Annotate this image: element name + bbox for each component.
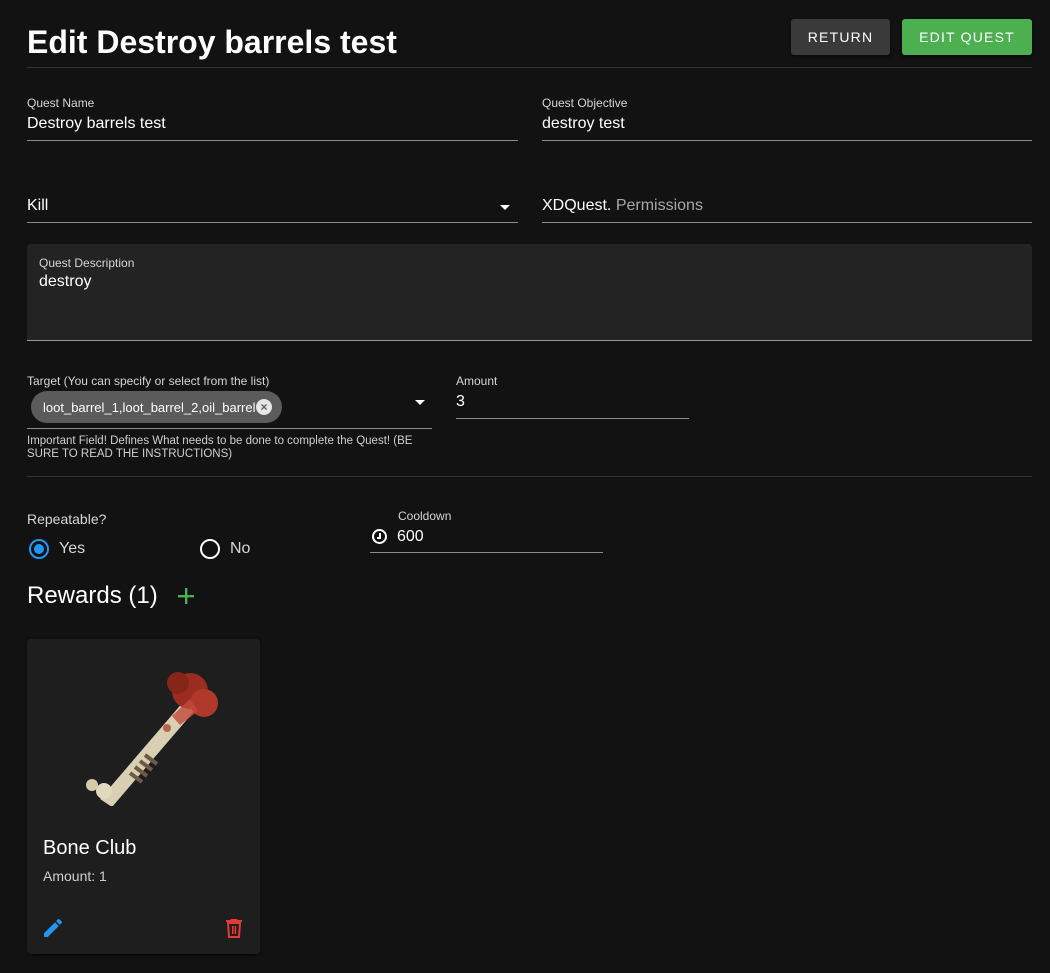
permissions-prefix: XDQuest. (542, 197, 612, 214)
plus-icon[interactable] (176, 586, 196, 606)
reward-name: Bone Club (43, 837, 137, 859)
cooldown-input[interactable]: 600 (397, 528, 424, 546)
target-helper-text: Important Field! Defines What needs to b… (27, 435, 413, 460)
repeatable-yes-label[interactable]: Yes (59, 540, 85, 558)
bone-club-image (72, 661, 222, 807)
header-divider (27, 67, 1032, 68)
target-chip[interactable]: loot_barrel_1,loot_barrel_2,oil_barrel × (31, 391, 282, 423)
caret-down-icon[interactable] (415, 400, 425, 405)
section-divider (27, 476, 1032, 477)
return-button[interactable]: RETURN (791, 19, 890, 55)
target-chip-label: loot_barrel_1,loot_barrel_2,oil_barrel (43, 399, 256, 415)
target-label: Target (You can specify or select from t… (27, 374, 270, 388)
amount-label: Amount (456, 374, 498, 388)
quest-objective-label: Quest Objective (542, 96, 628, 110)
repeatable-yes-radio[interactable] (29, 539, 49, 559)
radio-dot (34, 544, 44, 554)
quest-description-input[interactable]: destroy (39, 273, 91, 291)
cooldown-underline (370, 552, 603, 553)
pencil-icon[interactable] (41, 916, 65, 940)
quest-description-label: Quest Description (39, 256, 135, 270)
amount-underline (456, 418, 689, 419)
reward-card: Bone Club Amount: 1 (27, 639, 260, 954)
quest-name-label: Quest Name (27, 96, 95, 110)
page-title: Edit Destroy barrels test (27, 24, 397, 60)
rewards-title: Rewards (1) (27, 582, 158, 609)
quest-description-underline (27, 340, 1032, 341)
quest-description-field[interactable] (27, 244, 1032, 340)
amount-input[interactable]: 3 (456, 393, 465, 411)
repeatable-label: Repeatable? (27, 511, 107, 527)
trash-icon[interactable] (222, 916, 246, 940)
reward-amount: Amount: 1 (43, 868, 107, 884)
quest-objective-underline (542, 140, 1032, 141)
repeatable-no-radio[interactable] (200, 539, 220, 559)
quest-name-input[interactable]: Destroy barrels test (27, 115, 166, 133)
quest-type-select[interactable]: Kill (27, 197, 48, 215)
clock-icon (372, 529, 387, 544)
cooldown-label: Cooldown (398, 509, 452, 523)
caret-down-icon[interactable] (500, 205, 510, 210)
permissions-underline (542, 222, 1032, 223)
target-underline (27, 428, 432, 429)
close-circle-icon[interactable]: × (256, 399, 272, 415)
edit-quest-button[interactable]: EDIT QUEST (902, 19, 1032, 55)
quest-objective-input[interactable]: destroy test (542, 115, 625, 133)
permissions-placeholder: Permissions (615, 197, 703, 214)
quest-name-underline (27, 140, 518, 141)
repeatable-no-label[interactable]: No (230, 540, 250, 558)
permissions-field[interactable]: XDQuest. Permissions (542, 197, 703, 215)
quest-type-underline (27, 222, 518, 223)
